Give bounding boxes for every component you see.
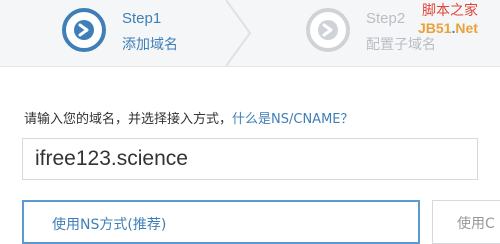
domain-input[interactable]: ifree123.science (22, 138, 478, 180)
step2-title: Step2 (366, 10, 406, 27)
step1-title: Step1 (122, 10, 162, 27)
step2-arrow-icon (306, 8, 350, 52)
watermark-bottom: JB51.Net (418, 20, 478, 36)
instruction-text: 请输入您的域名，并选择接入方式，什么是NS/CNAME？ (24, 108, 354, 127)
cname-method-option[interactable]: 使用C (432, 200, 500, 244)
step-separator-icon (225, 0, 252, 66)
watermark-top: 脚本之家 (422, 3, 478, 19)
step1-arrow-icon (62, 8, 106, 52)
ns-cname-help-link[interactable]: 什么是NS/CNAME？ (232, 112, 353, 127)
step1-subtitle: 添加域名 (122, 37, 178, 53)
step-bar: Step1 添加域名 Step2 配置子域名 脚本之家 JB51.Net (0, 0, 500, 67)
site-watermark: 脚本之家 JB51.Net (416, 0, 496, 44)
ns-method-option[interactable]: 使用NS方式(推荐) (22, 200, 420, 244)
instruction-label: 请输入您的域名，并选择接入方式， (24, 112, 233, 127)
